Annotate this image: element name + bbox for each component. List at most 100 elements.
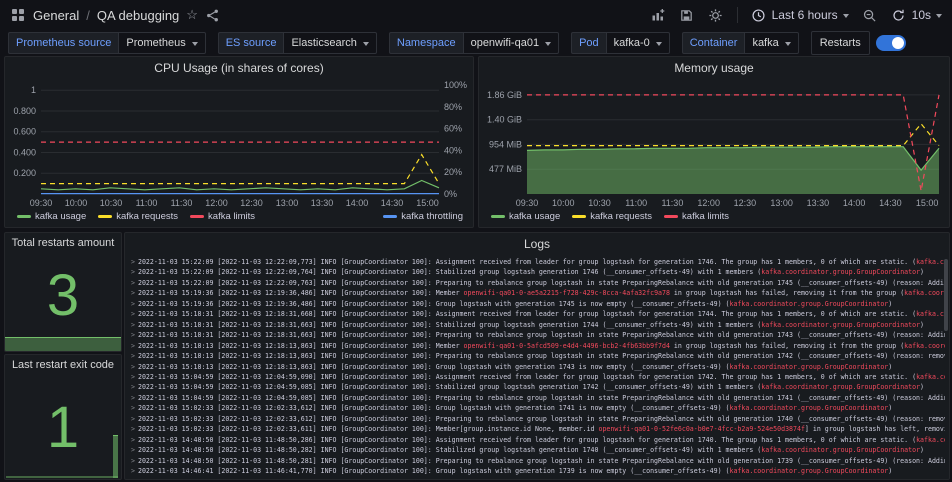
dashboard-settings-gear-icon[interactable] [708, 7, 724, 23]
log-line[interactable]: >2022-11-03 15:04:59 [2022-11-03 12:04:5… [131, 382, 945, 392]
log-expand-icon[interactable]: > [131, 258, 135, 266]
log-expand-icon[interactable]: > [131, 279, 135, 287]
log-line[interactable]: >2022-11-03 15:18:31 [2022-11-03 12:18:3… [131, 309, 945, 319]
star-icon[interactable]: ☆ [186, 7, 198, 23]
log-expand-icon[interactable]: > [131, 383, 135, 391]
variable-label: Namespace [388, 32, 463, 54]
log-expand-icon[interactable]: > [131, 310, 135, 318]
variable-value-select[interactable]: openwifi-qa01 [462, 32, 560, 54]
svg-text:12:00: 12:00 [205, 198, 228, 208]
panel-title[interactable]: CPU Usage (in shares of cores) [5, 57, 473, 79]
breadcrumb-separator: / [86, 7, 90, 23]
time-range-label: Last 6 hours [771, 8, 838, 22]
log-line[interactable]: >2022-11-03 14:48:50 [2022-11-03 11:48:5… [131, 456, 945, 466]
log-line[interactable]: >2022-11-03 15:18:13 [2022-11-03 12:18:1… [131, 362, 945, 372]
log-expand-icon[interactable]: > [131, 415, 135, 423]
legend-item-kafka-limits[interactable]: kafka limits [664, 211, 729, 222]
variable-label: ES source [217, 32, 284, 54]
legend-item-kafka-usage[interactable]: kafka usage [491, 211, 560, 222]
legend-item-kafka-throttling[interactable]: kafka throttling [383, 211, 463, 222]
log-expand-icon[interactable]: > [131, 352, 135, 360]
memory-usage-chart[interactable]: 477 MiB 954 MiB 1.40 GiB 1.86 GiB 09:30 10:00… [479, 79, 949, 208]
log-expand-icon[interactable]: > [131, 300, 135, 308]
variable-value-select[interactable]: Prometheus [118, 32, 206, 54]
svg-text:11:30: 11:30 [171, 198, 193, 208]
log-line[interactable]: >2022-11-03 15:04:59 [2022-11-03 12:04:5… [131, 393, 945, 403]
variable-namespace: Namespace openwifi-qa01 [388, 32, 560, 54]
log-expand-icon[interactable]: > [131, 363, 135, 371]
log-line[interactable]: >2022-11-03 15:19:36 [2022-11-03 12:19:3… [131, 299, 945, 309]
memory-chart-legend: kafka usage kafka requests kafka limits [479, 208, 949, 227]
log-expand-icon[interactable]: > [131, 457, 135, 465]
log-line[interactable]: >2022-11-03 15:22:09 [2022-11-03 12:22:0… [131, 267, 945, 277]
log-expand-icon[interactable]: > [131, 321, 135, 329]
log-line[interactable]: >2022-11-03 15:18:13 [2022-11-03 12:18:1… [131, 351, 945, 361]
svg-text:0.600: 0.600 [13, 127, 36, 137]
time-range-picker[interactable]: Last 6 hours [751, 7, 849, 23]
log-expand-icon[interactable]: > [131, 446, 135, 454]
svg-text:14:30: 14:30 [381, 198, 404, 208]
log-line[interactable]: >2022-11-03 15:18:13 [2022-11-03 12:18:1… [131, 341, 945, 351]
log-expand-icon[interactable]: > [131, 373, 135, 381]
legend-item-kafka-limits[interactable]: kafka limits [190, 211, 255, 222]
breadcrumb-dashboard-title[interactable]: QA debugging [97, 8, 179, 23]
legend-item-kafka-usage[interactable]: kafka usage [17, 211, 86, 222]
log-expand-icon[interactable]: > [131, 425, 135, 433]
log-expand-icon[interactable]: > [131, 394, 135, 402]
log-expand-icon[interactable]: > [131, 331, 135, 339]
restarts-toggle[interactable] [875, 35, 906, 51]
svg-text:09:30: 09:30 [30, 198, 53, 208]
save-dashboard-icon[interactable] [679, 7, 695, 23]
legend-series-label: kafka requests [116, 210, 179, 222]
exit-code-sparkline-step [113, 435, 118, 478]
chevron-down-icon [191, 42, 198, 46]
breadcrumb-folder[interactable]: General [33, 8, 79, 23]
log-line[interactable]: >2022-11-03 15:02:33 [2022-11-03 12:02:3… [131, 403, 945, 413]
log-expand-icon[interactable]: > [131, 289, 135, 297]
svg-text:954 MiB: 954 MiB [489, 139, 522, 149]
log-line[interactable]: >2022-11-03 15:04:59 [2022-11-03 12:04:5… [131, 372, 945, 382]
logs-list: >2022-11-03 15:22:09 [2022-11-03 12:22:0… [125, 255, 949, 479]
log-expand-icon[interactable]: > [131, 404, 135, 412]
log-expand-icon[interactable]: > [131, 268, 135, 276]
log-expand-icon[interactable]: > [131, 436, 135, 444]
legend-series-label: kafka throttling [401, 210, 463, 222]
log-line[interactable]: >2022-11-03 14:48:50 [2022-11-03 11:48:5… [131, 445, 945, 455]
apps-grid-icon[interactable] [10, 7, 26, 23]
log-line[interactable]: >2022-11-03 15:02:33 [2022-11-03 12:02:3… [131, 414, 945, 424]
svg-text:13:00: 13:00 [770, 198, 793, 208]
panel-title[interactable]: Total restarts amount [5, 233, 121, 253]
logs-scrollbar-thumb[interactable] [944, 259, 948, 331]
log-line[interactable]: >2022-11-03 15:18:31 [2022-11-03 12:18:3… [131, 330, 945, 340]
variable-value-select[interactable]: Elasticsearch [283, 32, 377, 54]
variable-label: Pod [571, 32, 606, 54]
log-line[interactable]: >2022-11-03 15:19:36 [2022-11-03 12:19:3… [131, 288, 945, 298]
panel-title[interactable]: Last restart exit code [5, 355, 121, 375]
panel-title[interactable]: Logs [125, 233, 949, 255]
legend-series-label: kafka limits [208, 210, 256, 222]
svg-text:14:00: 14:00 [843, 198, 866, 208]
log-line[interactable]: >2022-11-03 15:18:31 [2022-11-03 12:18:3… [131, 320, 945, 330]
log-line[interactable]: >2022-11-03 14:46:41 [2022-11-03 11:46:4… [131, 466, 945, 476]
legend-item-kafka-requests[interactable]: kafka requests [572, 211, 652, 222]
log-line[interactable]: >2022-11-03 15:22:09 [2022-11-03 12:22:0… [131, 257, 945, 267]
log-expand-icon[interactable]: > [131, 342, 135, 350]
zoom-out-icon[interactable] [862, 7, 878, 23]
add-panel-icon[interactable] [650, 7, 666, 23]
restarts-control: Restarts [810, 31, 906, 55]
svg-text:15:00: 15:00 [416, 198, 439, 208]
share-icon[interactable] [205, 7, 221, 23]
svg-text:477 MiB: 477 MiB [489, 164, 522, 174]
refresh-interval-select[interactable]: 10s [912, 8, 931, 22]
refresh-icon[interactable] [891, 7, 907, 23]
panel-title[interactable]: Memory usage [479, 57, 949, 79]
dashboard-variables-row: Prometheus source Prometheus ES source E… [0, 30, 952, 56]
log-line[interactable]: >2022-11-03 14:48:50 [2022-11-03 11:48:5… [131, 435, 945, 445]
legend-item-kafka-requests[interactable]: kafka requests [98, 211, 178, 222]
cpu-usage-chart[interactable]: 0.200 0.400 0.600 0.800 1 0% 20% 40% 60% 80% 100% 0… [5, 79, 473, 208]
log-expand-icon[interactable]: > [131, 467, 135, 475]
log-line[interactable]: >2022-11-03 15:02:33 [2022-11-03 12:02:3… [131, 424, 945, 434]
variable-value-select[interactable]: kafka [744, 32, 799, 54]
log-line[interactable]: >2022-11-03 15:22:09 [2022-11-03 12:22:0… [131, 278, 945, 288]
variable-value-select[interactable]: kafka-0 [605, 32, 670, 54]
